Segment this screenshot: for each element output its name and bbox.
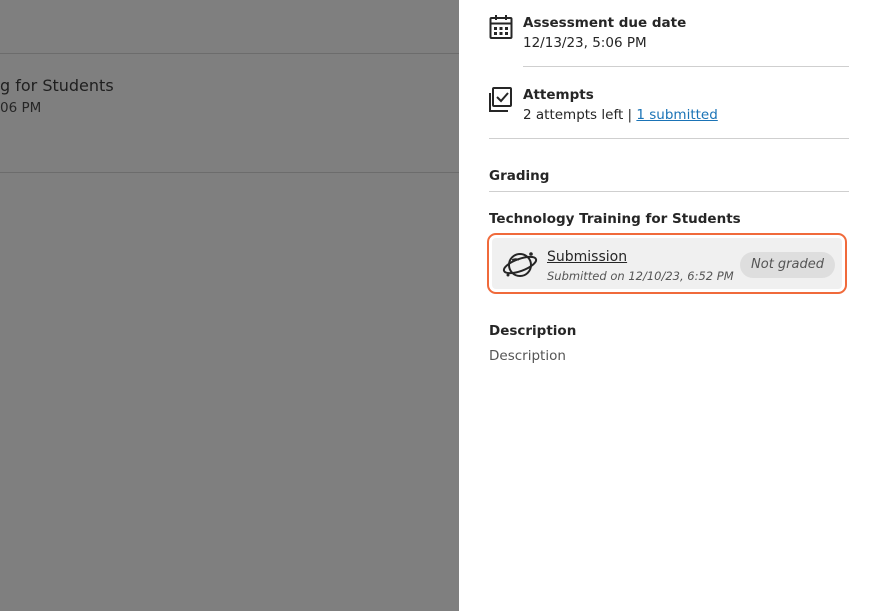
grading-heading: Grading (489, 168, 550, 184)
submitted-link[interactable]: 1 submitted (636, 107, 717, 123)
attempts-label: Attempts (523, 87, 594, 103)
grading-divider (489, 191, 849, 192)
background-item-subtitle: 06 PM (0, 100, 42, 116)
submission-link[interactable]: Submission (547, 249, 627, 265)
planet-icon (502, 248, 538, 282)
due-date-value: 12/13/23, 5:06 PM (523, 35, 647, 51)
due-date-row: Assessment due date 12/13/23, 5:06 PM (489, 14, 686, 52)
row-divider (489, 138, 849, 139)
submission-card[interactable]: Submission Submitted on 12/10/23, 6:52 P… (487, 233, 847, 294)
submission-card-inner: Submission Submitted on 12/10/23, 6:52 P… (492, 238, 842, 289)
calendar-icon (489, 14, 513, 40)
attempts-value: 2 attempts left | 1 submitted (523, 106, 718, 124)
background-overlay: g for Students 06 PM (0, 0, 459, 611)
course-title: Technology Training for Students (489, 211, 741, 227)
grade-status-badge: Not graded (740, 252, 835, 278)
checkbox-icon (489, 86, 513, 112)
background-divider (0, 172, 459, 173)
attempts-separator: | (623, 107, 637, 123)
attempts-left-text: 2 attempts left (523, 107, 624, 123)
description-heading: Description (489, 323, 577, 339)
due-date-label: Assessment due date (523, 15, 687, 31)
row-divider (523, 66, 849, 67)
details-panel: Assessment due date 12/13/23, 5:06 PM At… (459, 0, 879, 611)
attempts-row: Attempts 2 attempts left | 1 submitted (489, 86, 718, 124)
background-item-title: g for Students (0, 76, 114, 95)
background-divider (0, 53, 459, 54)
description-text: Description (489, 348, 566, 364)
submission-date: Submitted on 12/10/23, 6:52 PM (547, 269, 734, 283)
